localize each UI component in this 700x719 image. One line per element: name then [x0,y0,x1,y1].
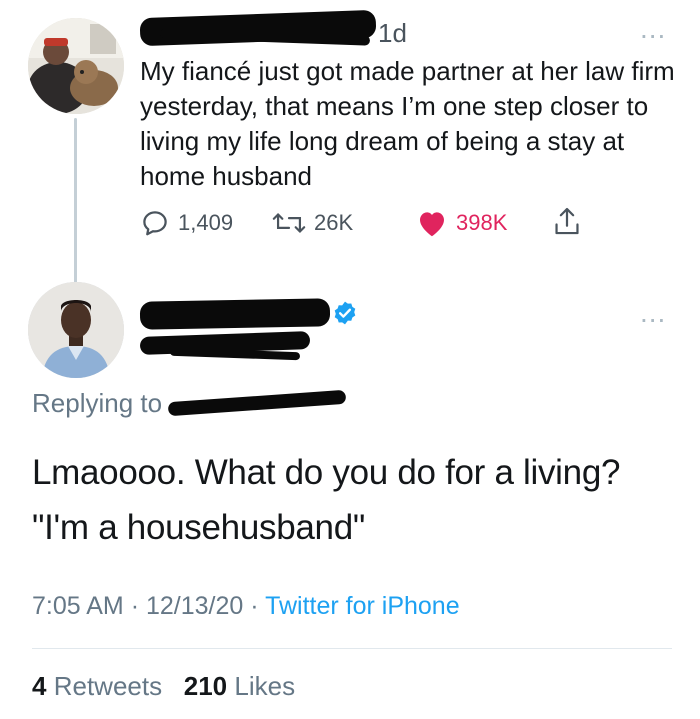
thread-connector-line [74,118,77,290]
reply-button[interactable]: 1,409 [140,208,233,238]
meta-separator: · [250,592,259,620]
likes-stat[interactable]: 210 Likes [184,671,295,701]
engagement-stats: 4 Retweets 210 Likes [32,671,295,702]
replying-to-label: Replying to [32,388,162,419]
share-button[interactable] [552,206,582,238]
retweet-label: Retweets [53,671,163,701]
retweets-stat[interactable]: 4 Retweets [32,671,162,701]
like-count: 210 [183,671,228,701]
avatar[interactable] [28,18,124,114]
retweet-count: 26K [314,210,354,235]
reply-count: 1,409 [178,210,234,235]
reply-text-line: "I'm a househusband" [32,508,365,547]
reply-text: Lmaoooo. What do you do for a living? "I… [32,445,682,555]
tweet-client-link[interactable]: Twitter for iPhone [265,592,460,620]
verified-badge-icon [332,300,358,331]
reply-avatar[interactable] [28,282,124,378]
share-icon [555,207,579,235]
like-button[interactable]: 398K [416,208,507,238]
reply-text-line: Lmaoooo. What do you do for a living? [32,453,621,492]
tweet-date[interactable]: 12/13/20 [146,592,243,620]
redacted-display-name [139,298,331,330]
more-options-icon[interactable]: ... [640,299,666,327]
more-options-icon[interactable]: ... [640,15,666,43]
retweet-count: 4 [32,671,47,701]
tweet-time[interactable]: 7:05 AM [32,592,124,620]
tweet-text: My fiancé just got made partner at her l… [140,56,675,191]
replying-to-prefix: Replying to [32,388,163,418]
avatar-photo-icon [28,282,124,378]
like-count: 398K [456,210,508,235]
avatar-photo-icon [28,18,124,114]
retweet-icon [272,213,306,233]
reply-icon [143,211,167,236]
tweet-meta: 7:05 AM · 12/13/20 · Twitter for iPhone [32,592,460,621]
like-label: Likes [234,671,296,701]
tweet-timestamp[interactable]: 1d [378,18,407,49]
meta-separator: · [130,592,140,620]
retweet-button[interactable]: 26K [272,208,353,238]
redacted-mention-link[interactable] [167,389,347,417]
heart-icon [420,212,444,237]
divider [32,648,672,649]
